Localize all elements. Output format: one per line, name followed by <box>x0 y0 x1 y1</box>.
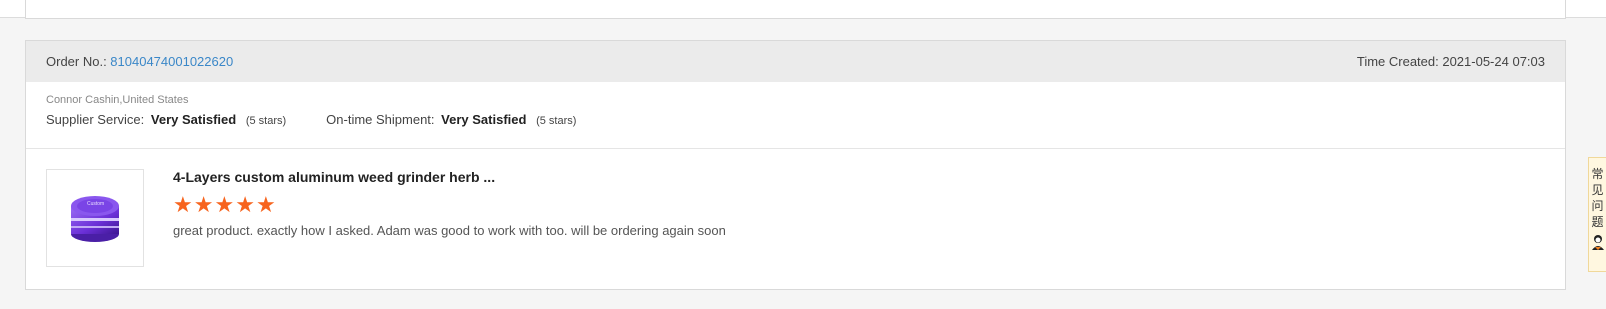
star-icon: ★ <box>193 192 214 217</box>
faq-char: 见 <box>1591 183 1604 197</box>
product-info: 4-Layers custom aluminum weed grinder he… <box>173 169 726 267</box>
order-number-label: Order No.: <box>46 54 111 69</box>
supplier-service-label: Supplier Service: <box>46 112 145 127</box>
star-icon: ★ <box>235 192 255 217</box>
product-thumbnail[interactable]: Custom <box>46 169 144 267</box>
ratings: Supplier Service: Very Satisfied (5 star… <box>46 112 1545 127</box>
faq-char: 问 <box>1591 199 1604 213</box>
order-header: Order No.: 81040474001022620 Time Create… <box>26 41 1565 82</box>
supplier-service-rating: Supplier Service: Very Satisfied (5 star… <box>46 112 286 127</box>
svg-text:Custom: Custom <box>87 201 104 207</box>
supplier-service-stars-text: (5 stars) <box>245 115 287 127</box>
faq-char: 题 <box>1591 215 1604 229</box>
supplier-service-value: Very Satisfied <box>150 112 237 127</box>
order-number: Order No.: 81040474001022620 <box>46 54 233 69</box>
product-title[interactable]: 4-Layers custom aluminum weed grinder he… <box>173 169 726 185</box>
order-card: Order No.: 81040474001022620 Time Create… <box>25 40 1566 290</box>
star-icon: ★ <box>214 192 235 217</box>
grinder-product-image: Custom <box>71 196 119 242</box>
order-number-link[interactable]: 81040474001022620 <box>110 54 233 69</box>
shipment-rating: On-time Shipment: Very Satisfied (5 star… <box>326 112 576 127</box>
previous-order-card <box>25 0 1566 19</box>
faq-char: 常 <box>1591 167 1604 181</box>
shipment-value: Very Satisfied <box>441 112 527 127</box>
shipment-label: On-time Shipment: <box>326 112 435 127</box>
star-icon: ★ <box>173 192 193 217</box>
faq-side-tab[interactable]: 常 见 问 题 <box>1588 157 1606 272</box>
product-review-row: Custom 4-Layers custom aluminum weed gri… <box>26 149 1565 267</box>
review-comment: great product. exactly how I asked. Adam… <box>173 223 726 238</box>
star-icon: ★ <box>255 192 276 217</box>
order-meta: Connor Cashin,United States Supplier Ser… <box>26 82 1565 149</box>
shipment-stars-text: (5 stars) <box>536 115 577 127</box>
buyer-info: Connor Cashin,United States <box>46 94 189 106</box>
support-agent-icon <box>1591 235 1604 250</box>
product-rating-stars: ★ ★ ★ ★ ★ <box>173 192 726 217</box>
time-created: Time Created: 2021-05-24 07:03 <box>1356 54 1545 69</box>
